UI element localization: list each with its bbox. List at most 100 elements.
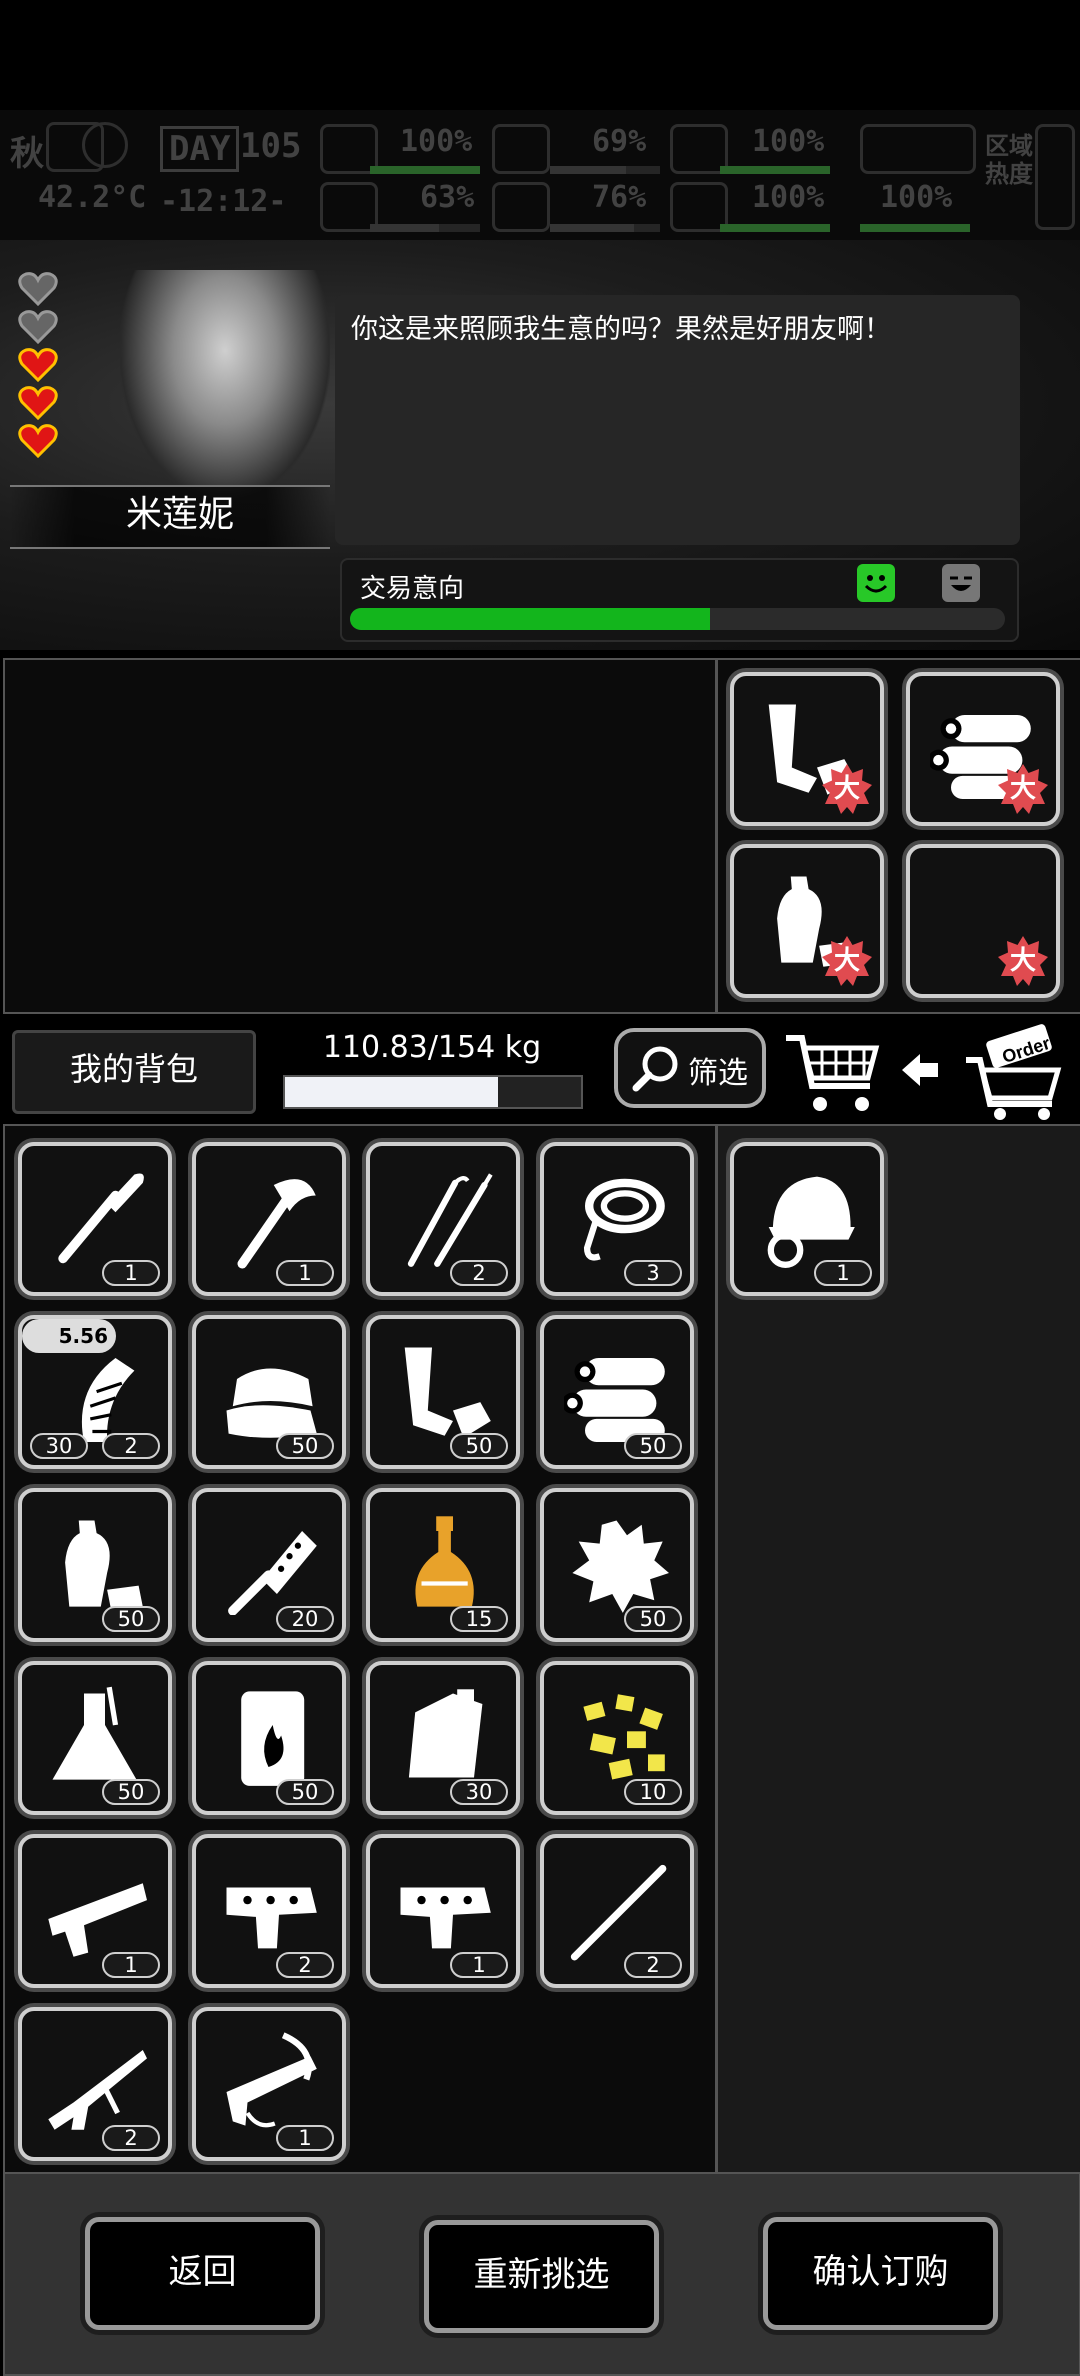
confirm-order-button[interactable]: 确认订购 [763,2217,998,2330]
item-count: 10 [624,1779,682,1805]
item-count: 1 [814,1260,872,1286]
inventory-slot[interactable]: 50 [192,1661,346,1815]
jerrycan-icon [390,1683,495,1788]
item-count: 2 [102,1433,160,1459]
order-cart-icon[interactable]: Order [960,1020,1065,1124]
inventory-slot[interactable]: 50 [18,1661,172,1815]
trade-intent-bar [350,608,1005,630]
gun-receiver-icon [390,1856,495,1961]
wanted-item-slot[interactable]: 大 [906,672,1060,826]
weight-bar-fill [285,1077,499,1107]
cart-icon[interactable] [782,1028,882,1120]
sun-icon [82,122,128,168]
shotgun-icon [42,2029,147,2134]
inventory-slot[interactable]: 1 [18,1834,172,1988]
inventory-slot[interactable]: 50 [540,1488,694,1642]
lockpick-icon [390,1164,495,1269]
stat-health: 100% [400,124,473,159]
item-count: 20 [276,1606,334,1632]
laughing-face-icon [942,564,980,602]
shovel-icon [42,1164,147,1269]
inventory-slot[interactable]: 1 [18,1142,172,1296]
item-count: 1 [276,1260,334,1286]
inventory-slot[interactable]: 1 [366,1834,520,1988]
item-count: 50 [450,1433,508,1459]
fuel-barrel-icon [216,1683,321,1788]
heart-empty-icon [18,310,58,345]
rope-icon [564,1164,669,1269]
plastic-bottles-icon [42,1510,147,1615]
day-label: DAY [160,126,240,172]
inventory-slot[interactable]: 30 [366,1661,520,1815]
inventory-slot[interactable]: 2 [540,1834,694,1988]
item-count: 2 [624,1952,682,1978]
inventory-slot[interactable]: 50 [540,1315,694,1469]
axe-icon [216,1164,321,1269]
wanted-item-slot[interactable]: 大 [906,844,1060,998]
stat-stamina: 100% [752,124,825,159]
sound-icon[interactable] [1035,124,1075,230]
search-icon [630,1042,684,1100]
spiked-bat-icon [216,1510,321,1616]
item-count: 1 [102,1952,160,1978]
npc-name-plate: 米莲妮 [10,485,330,549]
heart-filled-icon [18,386,58,421]
item-count: 1 [276,2125,334,2151]
npc-portrait [120,270,330,500]
trade-intent-label: 交易意向 [360,574,465,604]
cloth-icon [216,1337,321,1442]
inventory-slot[interactable]: 10 [540,1661,694,1815]
trade-intent-fill [350,608,711,630]
trade-intent-panel: 交易意向 [340,558,1019,642]
helmet-icon [754,1164,859,1269]
item-count: 2 [450,1260,508,1286]
back-button[interactable]: 返回 [85,2217,320,2330]
item-count: 50 [102,1606,160,1632]
item-count: 30 [450,1779,508,1805]
stomach-icon [492,124,550,174]
backpack-tab[interactable]: 我的背包 [12,1030,256,1114]
inventory-slot[interactable]: 20 [192,1488,346,1642]
dialogue-box: 你这是来照顾我生意的吗？果然是好朋友啊！ [335,295,1020,545]
dialogue-text: 你这是来照顾我生意的吗？果然是好朋友啊！ [351,314,891,345]
stat-thirst: 76% [592,180,647,215]
region-heat-label: 区域热度 [985,132,1033,188]
arrow-left-icon [900,1050,940,1094]
rod-icon [564,1856,669,1961]
item-count: 50 [624,1433,682,1459]
inventory-slot[interactable]: 1 [192,2007,346,2161]
wanted-item-slot[interactable]: 大 [730,844,884,998]
item-count: 50 [276,1433,334,1459]
wanted-item-slot[interactable]: 大 [730,672,884,826]
requested-item-slot[interactable]: 1 [730,1142,884,1296]
inventory-slot[interactable]: 2 [192,1834,346,1988]
item-count: 3 [624,1260,682,1286]
stat-hunger: 69% [592,124,647,159]
item-count: 50 [624,1606,682,1632]
item-count: 15 [450,1606,508,1632]
stat-mood: 100% [752,180,825,215]
rifle-part-icon [42,1856,147,1961]
inventory-slot[interactable]: 50 [192,1315,346,1469]
clock: -12:12- [160,184,287,219]
fur-icon [564,1510,669,1615]
inventory-slot[interactable]: 2 [366,1142,520,1296]
item-count: 2 [102,2125,160,2151]
inventory-slot[interactable]: 15 [366,1488,520,1642]
item-count: 50 [102,1779,160,1805]
heart-filled-icon [18,348,58,383]
inventory-slot[interactable]: 3 [540,1142,694,1296]
gold-nuggets-icon [564,1683,669,1788]
inventory-slot[interactable]: 50 [366,1315,520,1469]
item-count: 1 [102,1260,160,1286]
inventory-slot[interactable]: 2 30 5.56 [18,1315,172,1469]
npc-name: 米莲妮 [125,494,234,535]
filter-button[interactable]: 筛选 [614,1028,766,1108]
inventory-slot[interactable]: 1 [192,1142,346,1296]
reselect-button[interactable]: 重新挑选 [424,2220,659,2333]
caliber-tag: 5.56 [22,1319,116,1353]
inventory-slot[interactable]: 50 [18,1488,172,1642]
inventory-slot[interactable]: 2 [18,2007,172,2161]
heart-filled-icon [18,424,58,459]
happy-face-icon [857,564,895,602]
